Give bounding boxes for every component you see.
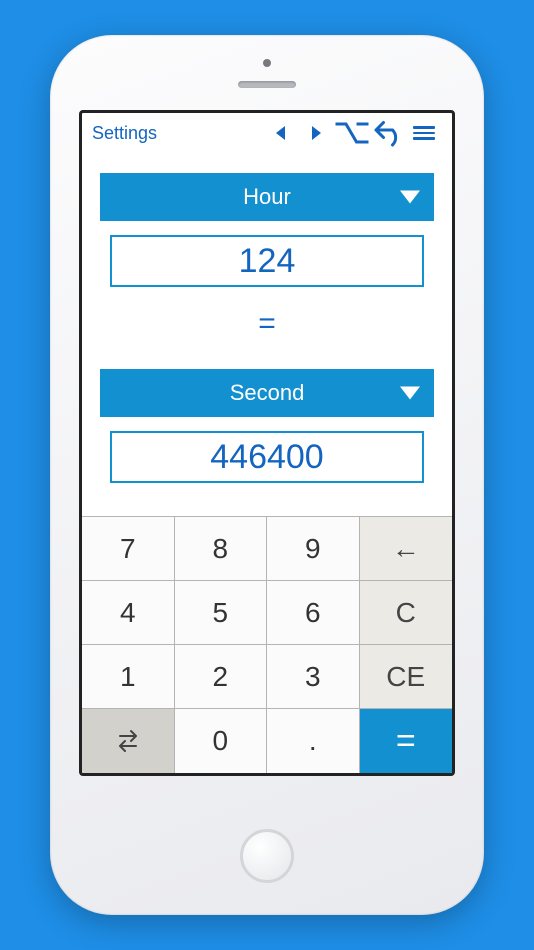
equals-label: =: [100, 307, 434, 341]
key-0[interactable]: 0: [175, 709, 268, 773]
to-value-text: 446400: [210, 438, 323, 477]
speaker-slot: [238, 81, 296, 88]
prev-button[interactable]: [262, 118, 298, 148]
next-button[interactable]: [298, 118, 334, 148]
key-4[interactable]: 4: [82, 581, 175, 645]
dropdown-arrow-icon: [400, 191, 420, 204]
to-unit-dropdown[interactable]: Second: [100, 369, 434, 417]
keypad: 7 8 9 ← 4 5 6 C 1 2 3 CE 0 . =: [82, 516, 452, 773]
chevron-right-icon: [312, 126, 321, 140]
from-value-text: 124: [239, 242, 296, 281]
key-7[interactable]: 7: [82, 517, 175, 581]
to-unit-label: Second: [230, 380, 305, 406]
key-6[interactable]: 6: [267, 581, 360, 645]
key-3[interactable]: 3: [267, 645, 360, 709]
phone-frame: Settings: [50, 35, 484, 915]
from-unit-label: Hour: [243, 184, 291, 210]
key-clear[interactable]: C: [360, 581, 453, 645]
swap-icon: [114, 729, 142, 753]
option-icon: [334, 121, 370, 145]
key-2[interactable]: 2: [175, 645, 268, 709]
chevron-left-icon: [276, 126, 285, 140]
key-8[interactable]: 8: [175, 517, 268, 581]
key-dot[interactable]: .: [267, 709, 360, 773]
camera-dot: [263, 59, 271, 67]
from-unit-dropdown[interactable]: Hour: [100, 173, 434, 221]
key-clear-entry[interactable]: CE: [360, 645, 453, 709]
dropdown-arrow-icon: [400, 387, 420, 400]
key-swap[interactable]: [82, 709, 175, 773]
settings-button[interactable]: Settings: [92, 123, 157, 144]
menu-icon: [413, 126, 435, 140]
undo-button[interactable]: [370, 118, 406, 148]
undo-icon: [370, 118, 406, 148]
from-value-field[interactable]: 124: [110, 235, 424, 287]
key-1[interactable]: 1: [82, 645, 175, 709]
home-button[interactable]: [240, 829, 294, 883]
app-screen: Settings: [79, 110, 455, 776]
key-backspace[interactable]: ←: [360, 517, 453, 581]
key-5[interactable]: 5: [175, 581, 268, 645]
option-key-button[interactable]: [334, 118, 370, 148]
toolbar: Settings: [82, 113, 452, 153]
conversion-panel: Hour 124 = Second 446400: [82, 153, 452, 516]
key-equals[interactable]: =: [360, 709, 453, 773]
key-9[interactable]: 9: [267, 517, 360, 581]
menu-button[interactable]: [406, 118, 442, 148]
to-value-field[interactable]: 446400: [110, 431, 424, 483]
